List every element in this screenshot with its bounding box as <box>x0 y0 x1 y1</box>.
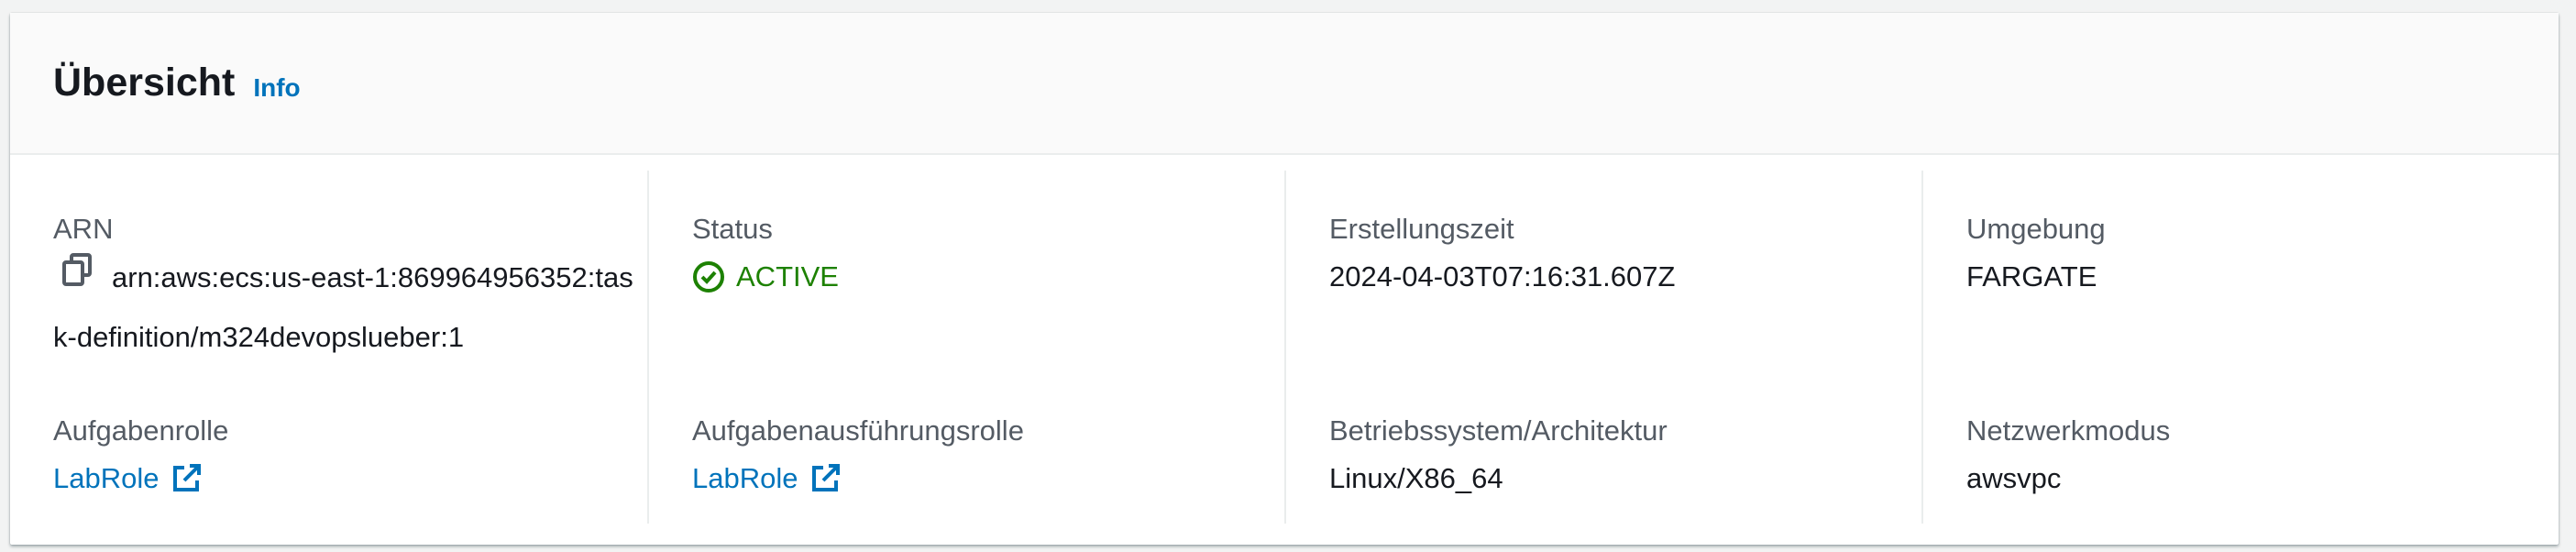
field-environment: Umgebung FARGATE <box>1966 211 2106 304</box>
column-2: Status ACTIVE Aufgabenausführungsrolle L… <box>647 171 1284 524</box>
environment-value: FARGATE <box>1966 260 2097 293</box>
field-status: Status ACTIVE <box>692 211 839 312</box>
field-label: Aufgabenausführungsrolle <box>692 414 1024 447</box>
arn-value-wrap: arn:aws:ecs:us-east-1:869964956352:task-… <box>53 249 640 365</box>
copy-icon[interactable] <box>62 249 94 304</box>
status-text: ACTIVE <box>736 260 839 293</box>
status-badge: ACTIVE <box>692 249 839 304</box>
details-grid: ARN arn:aws:ecs:us-east-1:869964956352:t… <box>10 171 2559 524</box>
overview-panel: Übersicht Info ARN arn:aws:ecs:us-east-1… <box>10 13 2559 545</box>
field-label: Umgebung <box>1966 213 2106 245</box>
check-circle-icon <box>693 261 724 293</box>
field-label: Status <box>692 213 773 245</box>
os-arch-value: Linux/X86_64 <box>1329 462 1503 494</box>
field-os-arch: Betriebssystem/Architektur Linux/X86_64 <box>1329 413 1668 506</box>
field-created: Erstellungszeit 2024-04-03T07:16:31.607Z <box>1329 211 1675 304</box>
column-3: Erstellungszeit 2024-04-03T07:16:31.607Z… <box>1284 171 1921 524</box>
arn-value: arn:aws:ecs:us-east-1:869964956352:task-… <box>53 261 633 353</box>
column-4: Umgebung FARGATE Netzwerkmodus awsvpc <box>1921 171 2559 524</box>
field-arn: ARN arn:aws:ecs:us-east-1:869964956352:t… <box>53 211 640 365</box>
task-role-link[interactable]: LabRole <box>53 451 202 506</box>
external-link-icon <box>812 464 841 491</box>
column-1: ARN arn:aws:ecs:us-east-1:869964956352:t… <box>10 171 647 524</box>
created-value: 2024-04-03T07:16:31.607Z <box>1329 260 1676 293</box>
field-execution-role: Aufgabenausführungsrolle LabRole <box>692 413 1024 506</box>
external-link-icon <box>173 464 202 491</box>
field-task-role: Aufgabenrolle LabRole <box>53 413 228 506</box>
execution-role-link[interactable]: LabRole <box>692 451 841 506</box>
link-text: LabRole <box>53 462 160 494</box>
field-label: Betriebssystem/Architektur <box>1329 414 1668 447</box>
field-label: Netzwerkmodus <box>1966 414 2171 447</box>
field-label: Erstellungszeit <box>1329 213 1514 245</box>
network-mode-value: awsvpc <box>1966 462 2062 494</box>
panel-header: Übersicht Info <box>10 13 2559 155</box>
info-link[interactable]: Info <box>253 73 300 103</box>
link-text: LabRole <box>692 462 798 494</box>
field-label: ARN <box>53 213 114 245</box>
panel-title: Übersicht <box>53 61 236 105</box>
field-label: Aufgabenrolle <box>53 414 229 447</box>
field-network-mode: Netzwerkmodus awsvpc <box>1966 413 2170 506</box>
